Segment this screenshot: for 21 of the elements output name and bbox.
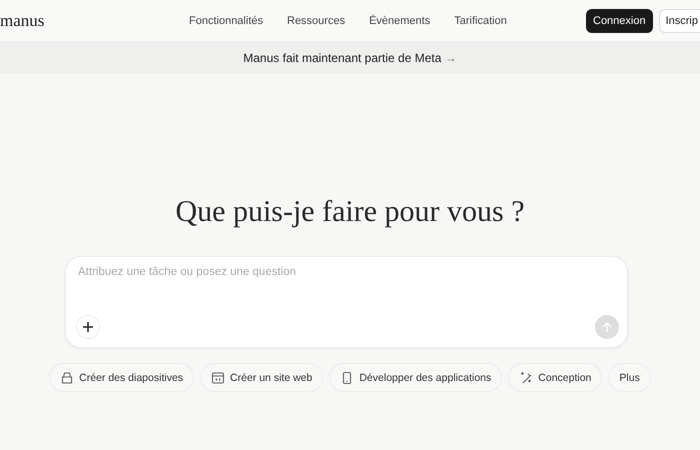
- suggestion-chip[interactable]: Créer un site web: [200, 363, 324, 392]
- arrow-up-icon: [602, 322, 612, 332]
- nav-link[interactable]: Évènements: [369, 14, 430, 26]
- login-button[interactable]: Connexion: [586, 8, 653, 32]
- signup-button[interactable]: Inscrip: [658, 8, 700, 32]
- suggestion-chip[interactable]: Créer des diapositives: [49, 363, 194, 392]
- page-heading: Que puis-je faire pour vous ?: [174, 194, 526, 230]
- nav-link[interactable]: Ressources: [287, 14, 346, 26]
- suggestion-chip[interactable]: Développer des applications: [329, 363, 502, 392]
- browser-window-icon: [211, 370, 226, 384]
- add-button[interactable]: [76, 315, 100, 339]
- announcement-link[interactable]: Manus fait maintenant partie de Meta →: [243, 51, 457, 65]
- suggestion-chip[interactable]: Conception: [508, 363, 602, 392]
- nav-link[interactable]: Tarification: [454, 14, 507, 26]
- logo[interactable]: manus: [0, 10, 45, 30]
- pen-sparkle-icon: [519, 370, 534, 384]
- prompt-field[interactable]: Attribuez une tâche ou posez une question: [76, 266, 406, 278]
- nav-link[interactable]: Fonctionnalités: [189, 14, 263, 26]
- plus-icon: [82, 321, 94, 333]
- box-icon: [60, 370, 74, 384]
- suggestion-chip[interactable]: Plus: [608, 363, 651, 392]
